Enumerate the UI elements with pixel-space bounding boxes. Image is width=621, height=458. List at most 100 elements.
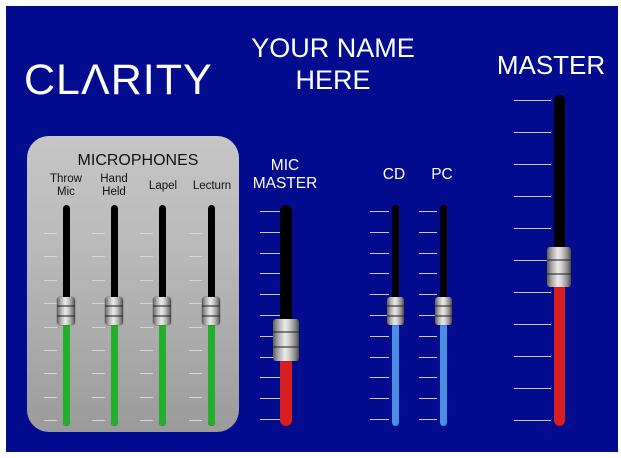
scale-tick — [44, 327, 57, 328]
scale-tick — [189, 303, 202, 304]
scale-tick — [514, 420, 551, 421]
scale-tick — [189, 233, 202, 234]
clarity-logo: CLΛRITY — [24, 56, 213, 104]
scale-tick — [44, 350, 57, 351]
scale-tick — [419, 273, 437, 274]
scale-tick — [92, 280, 105, 281]
scale-tick — [260, 419, 280, 420]
scale-tick — [370, 211, 389, 212]
mic-channel-4-level-fill — [207, 311, 215, 426]
scale-tick — [260, 211, 280, 212]
cd-level-fill — [391, 311, 399, 426]
mic-channel-3-level-fill — [158, 311, 166, 426]
scale-tick — [44, 303, 57, 304]
scale-tick — [419, 336, 437, 337]
scale-tick — [189, 256, 202, 257]
heading-line-2: HERE — [295, 65, 371, 95]
scale-tick — [92, 233, 105, 234]
scale-tick — [514, 196, 551, 197]
scale-tick — [189, 397, 202, 398]
scale-tick — [260, 294, 280, 295]
mic-channel-1-level-fill — [62, 311, 70, 426]
master-knob[interactable] — [547, 247, 571, 288]
scale-tick — [189, 420, 202, 421]
master-level-fill — [553, 267, 565, 426]
scale-tick — [140, 397, 153, 398]
scale-tick — [189, 350, 202, 351]
mic-master-track[interactable] — [280, 205, 292, 426]
scale-tick — [44, 373, 57, 374]
scale-tick — [419, 211, 437, 212]
pc-knob[interactable] — [434, 297, 452, 326]
scale-tick — [44, 397, 57, 398]
scale-tick — [92, 303, 105, 304]
scale-tick — [92, 327, 105, 328]
scale-tick — [140, 303, 153, 304]
scale-tick — [44, 420, 57, 421]
scale-tick — [419, 419, 437, 420]
scale-tick — [140, 420, 153, 421]
scale-tick — [189, 327, 202, 328]
scale-tick — [419, 398, 437, 399]
mic-channel-label: Hand Held — [100, 173, 128, 198]
scale-tick — [514, 260, 551, 261]
scale-tick — [92, 397, 105, 398]
scale-tick — [260, 398, 280, 399]
scale-tick — [44, 233, 57, 234]
scale-tick — [140, 280, 153, 281]
scale-tick — [514, 164, 551, 165]
mic-channel-3-knob[interactable] — [153, 297, 171, 326]
scale-tick — [260, 315, 280, 316]
mic-channel-label: Lapel — [148, 180, 178, 192]
mic-master-label: MIC MASTER — [252, 157, 318, 192]
scale-tick — [44, 280, 57, 281]
scale-tick — [370, 253, 389, 254]
scale-tick — [92, 256, 105, 257]
mic-channel-label: Throw Mic — [50, 173, 82, 198]
scale-tick — [92, 373, 105, 374]
cd-label: CD — [382, 166, 406, 183]
scale-tick — [140, 327, 153, 328]
mic-channel-2-knob[interactable] — [105, 297, 123, 326]
scale-tick — [514, 292, 551, 293]
scale-tick — [370, 232, 389, 233]
scale-tick — [370, 377, 389, 378]
scale-tick — [514, 324, 551, 325]
microphones-title: MICROPHONES — [77, 152, 199, 169]
scale-tick — [419, 232, 437, 233]
scale-tick — [370, 273, 389, 274]
scale-tick — [92, 420, 105, 421]
scale-tick — [514, 356, 551, 357]
scale-tick — [514, 132, 551, 133]
scale-tick — [514, 228, 551, 229]
scale-tick — [370, 357, 389, 358]
scale-tick — [419, 377, 437, 378]
scale-tick — [514, 100, 551, 101]
scale-tick — [260, 253, 280, 254]
heading-line-1: YOUR NAME — [251, 33, 415, 63]
scale-tick — [370, 419, 389, 420]
scale-tick — [370, 336, 389, 337]
scale-tick — [419, 294, 437, 295]
mic-channel-label: Lecturn — [192, 180, 232, 192]
scale-tick — [140, 350, 153, 351]
cd-knob[interactable] — [386, 297, 404, 326]
mic-channel-4-knob[interactable] — [202, 297, 220, 326]
scale-tick — [140, 233, 153, 234]
mic-channel-2-level-fill — [110, 311, 118, 426]
scale-tick — [370, 398, 389, 399]
scale-tick — [140, 256, 153, 257]
scale-tick — [189, 280, 202, 281]
master-label: MASTER — [496, 50, 606, 80]
pc-level-fill — [439, 311, 447, 426]
scale-tick — [419, 253, 437, 254]
scale-tick — [260, 377, 280, 378]
scale-tick — [44, 256, 57, 257]
pc-label: PC — [431, 166, 453, 183]
scale-tick — [260, 273, 280, 274]
scale-tick — [140, 373, 153, 374]
scale-tick — [92, 350, 105, 351]
mic-channel-1-knob[interactable] — [57, 297, 75, 326]
scale-tick — [260, 232, 280, 233]
mic-master-knob[interactable] — [273, 318, 299, 361]
